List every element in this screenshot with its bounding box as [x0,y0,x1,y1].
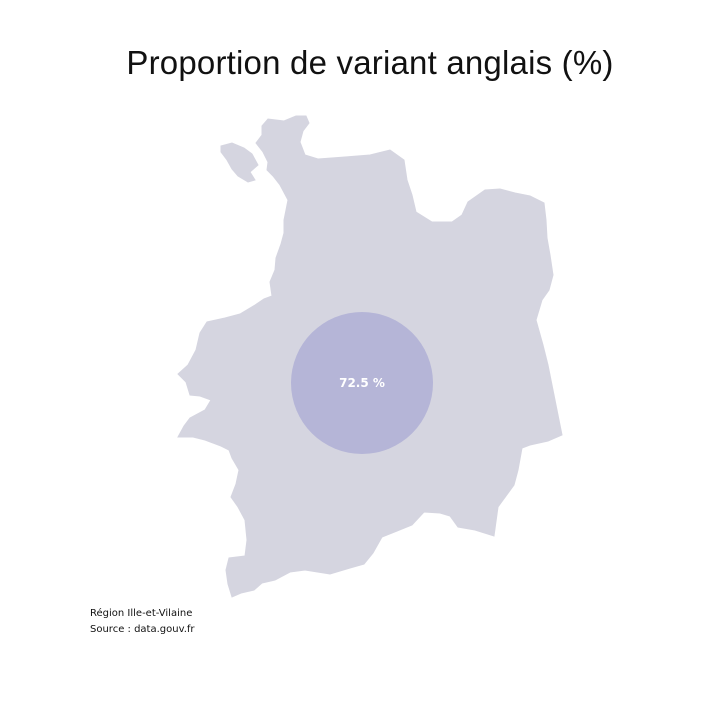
bubble-value-label: 72.5 % [339,376,385,390]
region-island-shape [220,142,259,183]
region-note: Région Ille-et-Vilaine [90,608,193,619]
map-notes: Région Ille-et-Vilaine Source : data.gou… [90,606,195,638]
source-note: Source : data.gouv.fr [90,624,195,635]
